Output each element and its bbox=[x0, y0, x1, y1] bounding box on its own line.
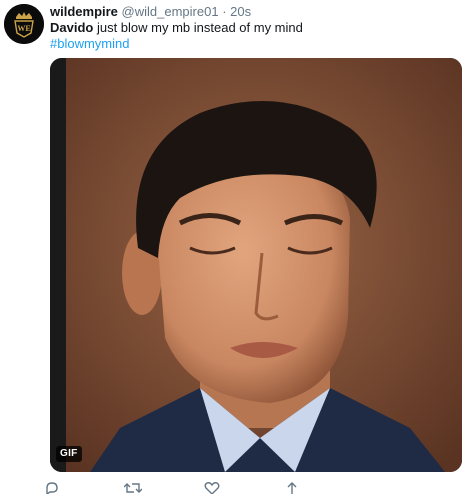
tweet-timestamp[interactable]: 20s bbox=[230, 4, 251, 19]
reply-icon bbox=[46, 482, 58, 494]
gif-badge: GIF bbox=[56, 446, 82, 462]
tweet[interactable]: WE wildempire @wild_empire01 · 20s David… bbox=[0, 0, 476, 494]
time-separator: · bbox=[222, 4, 227, 19]
wildempire-logo-icon: WE bbox=[4, 4, 44, 44]
gif-media[interactable]: GIF bbox=[50, 58, 462, 472]
svg-text:WE: WE bbox=[17, 24, 30, 33]
like-icon bbox=[204, 482, 220, 494]
tweet-text-bold: Davido bbox=[50, 20, 94, 35]
tweet-text: Davido just blow my mb instead of my min… bbox=[50, 20, 303, 36]
retweet-icon bbox=[124, 483, 142, 493]
author-name[interactable]: wildempire bbox=[50, 4, 118, 19]
tweet-header: wildempire @wild_empire01 · 20s bbox=[50, 4, 251, 20]
author-handle[interactable]: @wild_empire01 bbox=[122, 4, 219, 19]
hashtag-link[interactable]: #blowmymind bbox=[50, 36, 129, 52]
tweet-text-rest: just blow my mb instead of my mind bbox=[93, 20, 303, 35]
gif-image bbox=[50, 58, 462, 472]
tweet-actions bbox=[44, 482, 464, 494]
avatar[interactable]: WE bbox=[4, 4, 44, 44]
share-icon bbox=[287, 482, 297, 494]
